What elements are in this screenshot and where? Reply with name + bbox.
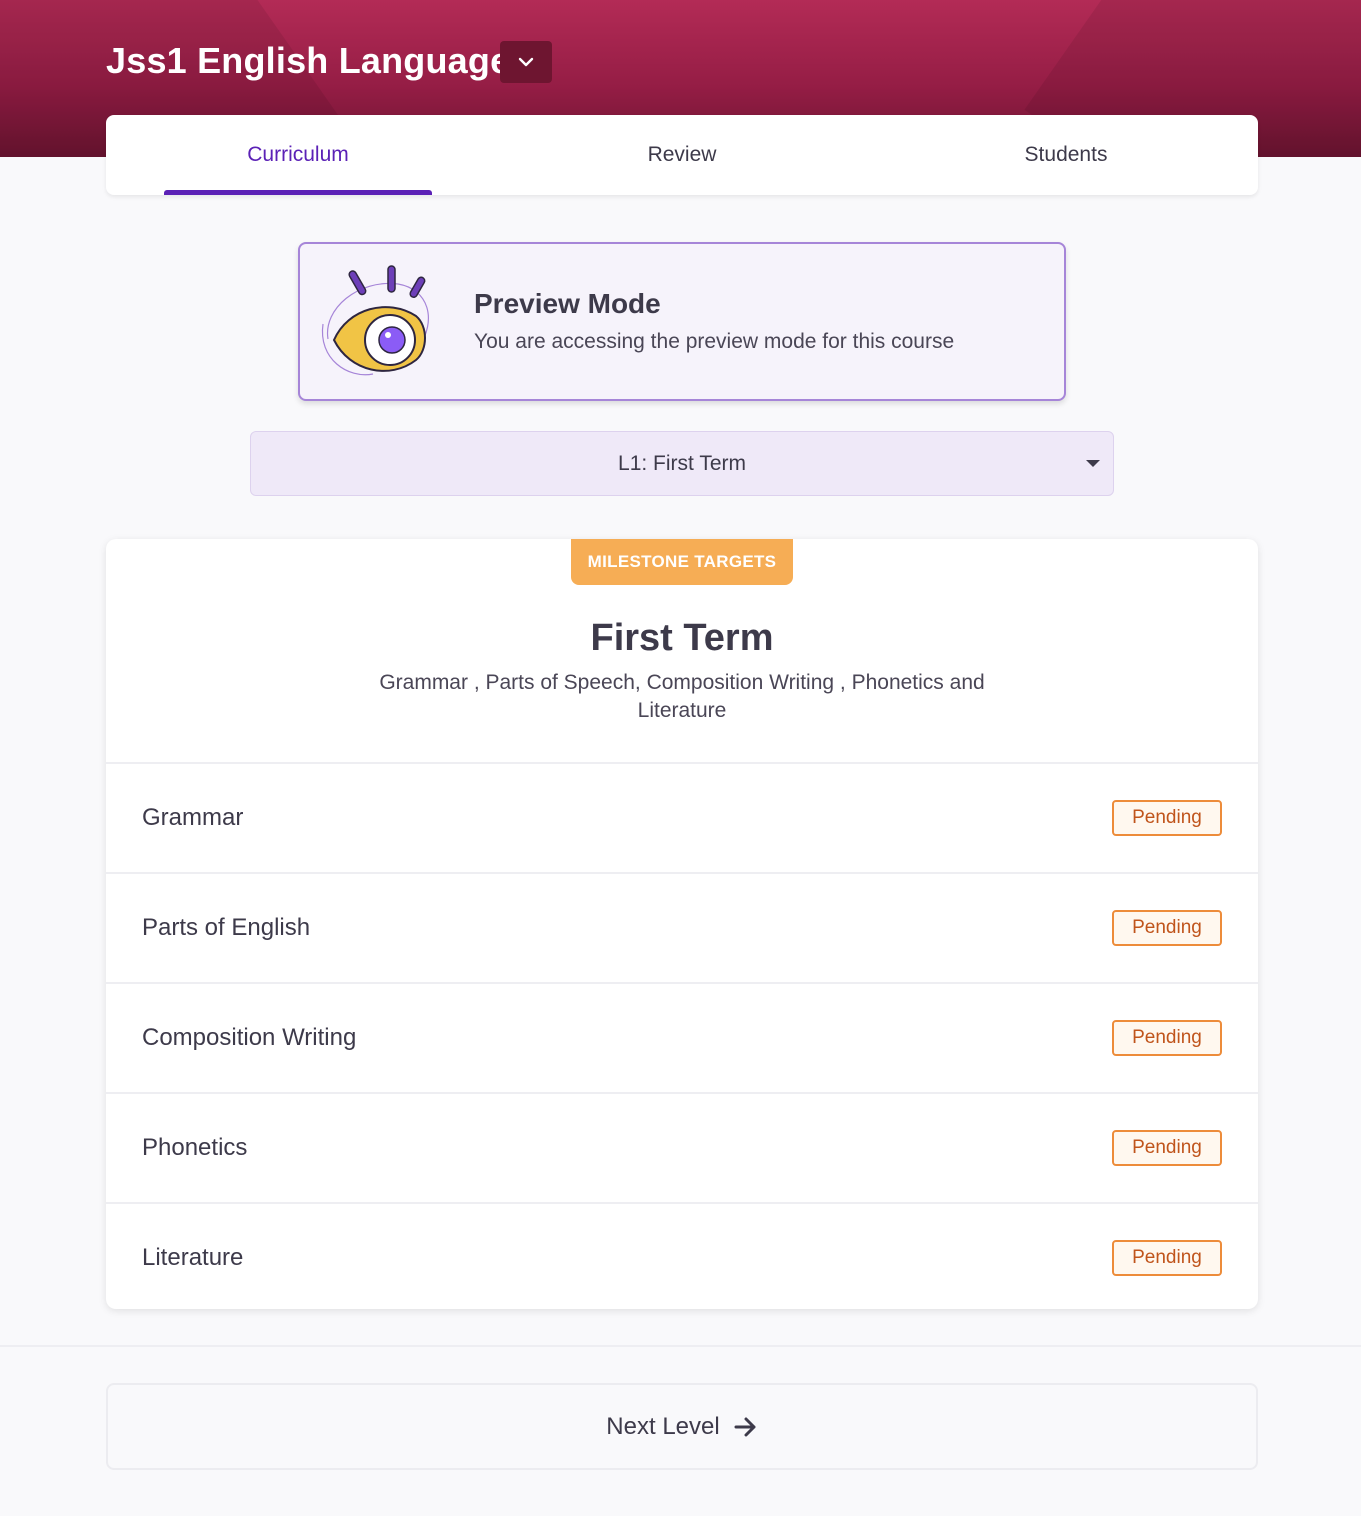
target-name: Phonetics	[142, 1134, 248, 1161]
target-name: Composition Writing	[142, 1024, 357, 1051]
status-badge: Pending	[1112, 1130, 1222, 1166]
target-row[interactable]: Literature Pending	[106, 1202, 1258, 1312]
status-badge: Pending	[1112, 1020, 1222, 1056]
target-row[interactable]: Parts of English Pending	[106, 872, 1258, 982]
tab-curriculum[interactable]: Curriculum	[106, 115, 490, 195]
target-name: Parts of English	[142, 914, 311, 941]
status-badge: Pending	[1112, 800, 1222, 836]
tab-students[interactable]: Students	[874, 115, 1258, 195]
next-level-label: Next Level	[606, 1412, 720, 1440]
tab-review[interactable]: Review	[490, 115, 874, 195]
level-select[interactable]: L1: First Term	[250, 431, 1114, 496]
preview-text: You are accessing the preview mode for t…	[474, 330, 955, 353]
target-row[interactable]: Composition Writing Pending	[106, 982, 1258, 1092]
term-title: First Term	[590, 617, 774, 659]
arrow-right-icon	[734, 1417, 758, 1437]
term-description: Grammar , Parts of Speech, Composition W…	[379, 671, 985, 722]
course-title: Jss1 English Language	[106, 40, 511, 81]
course-tabs: Curriculum Review Students	[106, 115, 1258, 195]
target-row[interactable]: Phonetics Pending	[106, 1092, 1258, 1202]
next-level-button[interactable]: Next Level	[106, 1383, 1258, 1470]
preview-mode-banner: Preview Mode You are accessing the previ…	[298, 242, 1066, 401]
eye-icon	[321, 265, 429, 376]
target-name: Literature	[142, 1244, 244, 1271]
target-row[interactable]: Grammar Pending	[106, 762, 1258, 872]
status-badge: Pending	[1112, 910, 1222, 946]
target-name: Grammar	[142, 804, 244, 831]
level-select-value: L1: First Term	[618, 451, 746, 475]
caret-down-icon	[1086, 460, 1100, 467]
target-list: Grammar Pending Parts of English Pending…	[106, 762, 1258, 1312]
course-switcher-button[interactable]	[500, 41, 552, 83]
milestone-badge: MILESTONE TARGETS	[571, 539, 793, 585]
status-badge: Pending	[1112, 1240, 1222, 1276]
section-divider	[0, 1345, 1361, 1347]
chevron-down-icon	[518, 57, 534, 67]
preview-title: Preview Mode	[474, 288, 661, 319]
milestone-card: MILESTONE TARGETS First Term Grammar , P…	[106, 539, 1258, 1309]
